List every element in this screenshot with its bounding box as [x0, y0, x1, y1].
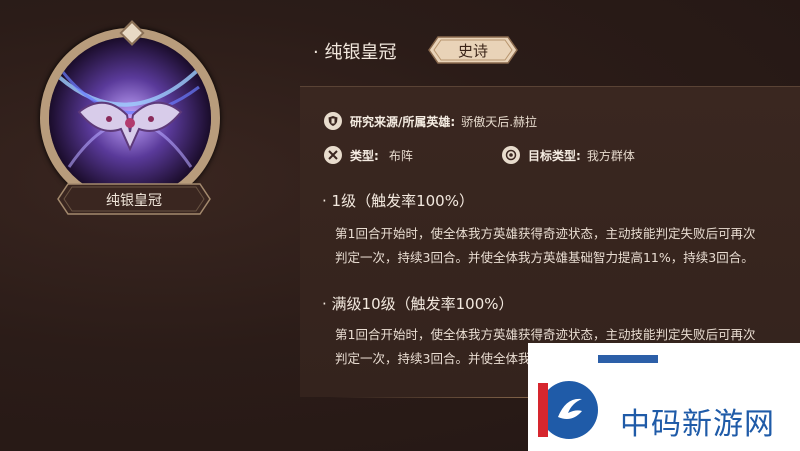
- source-label: 研究来源/所属英雄:: [350, 114, 456, 129]
- watermark-text: 中码新游网: [620, 407, 775, 442]
- level-1-description: 第1回合开始时，使全体我方英雄获得奇迹状态，主动技能判定失败后可再次 判定一次，…: [335, 222, 780, 270]
- target-icon: [502, 146, 520, 164]
- level-1-line-1: 第1回合开始时，使全体我方英雄获得奇迹状态，主动技能判定失败后可再次: [335, 226, 756, 241]
- item-title: · 纯银皇冠: [313, 42, 397, 63]
- crown-portrait: [40, 20, 220, 208]
- rarity-label: 史诗: [457, 42, 488, 60]
- crossed-swords-icon: [324, 146, 342, 164]
- level-1-title: · 1级（触发率100%）: [322, 192, 474, 210]
- source-value: 骄傲天后.赫拉: [461, 114, 538, 129]
- type-row: 类型: 布阵: [324, 146, 413, 164]
- silver-crown-art: [49, 37, 211, 199]
- watermark-logo-icon: [538, 381, 598, 439]
- target-row: 目标类型: 我方群体: [502, 146, 635, 164]
- watermark-stroke: [598, 355, 658, 363]
- item-name: 纯银皇冠: [324, 42, 397, 63]
- rarity-badge: 史诗: [428, 36, 518, 64]
- type-value: 布阵: [388, 148, 413, 163]
- portrait-frame: [40, 28, 220, 208]
- target-label: 目标类型:: [528, 148, 581, 163]
- level-1-line-2: 判定一次，持续3回合。并使全体我方英雄基础智力提高11%，持续3回合。: [335, 250, 754, 265]
- plate-item-name: 纯银皇冠: [106, 193, 162, 209]
- type-label: 类型:: [350, 148, 379, 163]
- name-plate: 纯银皇冠: [56, 182, 212, 216]
- level-10-title: · 满级10级（触发率100%）: [322, 295, 514, 313]
- site-watermark: 中码新游网: [528, 343, 800, 451]
- source-row: 研究来源/所属英雄: 骄傲天后.赫拉: [324, 112, 537, 130]
- shield-icon: [324, 112, 342, 130]
- target-value: 我方群体: [586, 148, 635, 163]
